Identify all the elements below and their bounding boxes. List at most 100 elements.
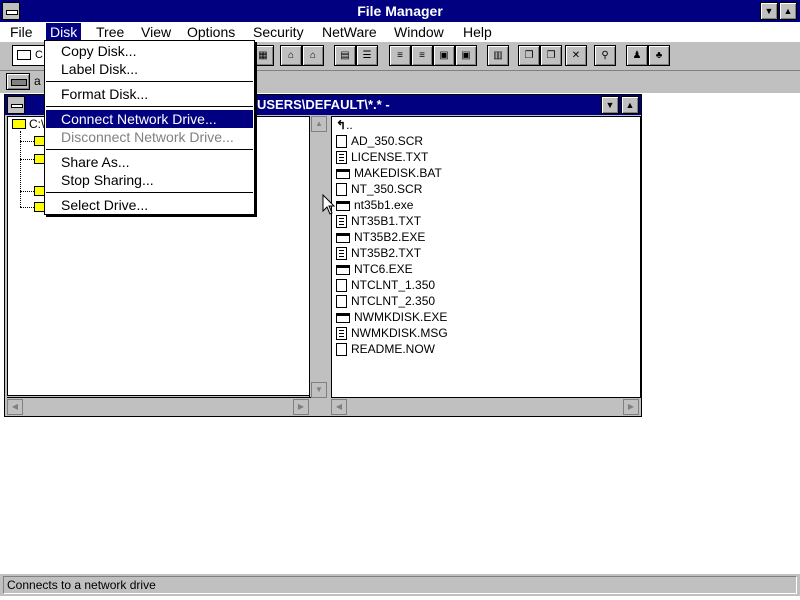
status-text: Connects to a network drive [3, 576, 797, 594]
file-name: AD_350.SCR [351, 134, 424, 148]
tree-root-label[interactable]: C:\ [29, 117, 44, 131]
file-list-item[interactable]: NT35B2.TXT [336, 245, 421, 261]
menu-separator [46, 192, 253, 193]
program-file-icon [336, 264, 350, 275]
tree-connector [20, 191, 34, 192]
document-file-icon [336, 135, 347, 149]
window-title: File Manager [357, 3, 443, 19]
file-list-item[interactable]: NT_350.SCR [336, 181, 422, 197]
file-name: LICENSE.TXT [351, 150, 429, 164]
file-list-horizontal-scrollbar[interactable]: ◀ ▶ [331, 397, 641, 415]
parent-directory-item[interactable]: ↰.. [336, 117, 353, 133]
scroll-down-arrow-icon[interactable]: ▼ [311, 382, 327, 398]
drive-icon [17, 50, 31, 60]
view-large-icons-tool-icon[interactable]: ▤ [334, 45, 356, 66]
tree-horizontal-scrollbar[interactable]: ◀ ▶ [7, 397, 311, 415]
tree-vertical-scrollbar[interactable]: ▲ ▼ [309, 116, 327, 398]
document-file-icon [336, 279, 347, 293]
paste-tool-icon[interactable]: ❐ [540, 45, 562, 66]
file-list-item[interactable]: NTCLNT_1.350 [336, 277, 435, 293]
delete-tool-icon[interactable]: ✕ [565, 45, 587, 66]
file-name: README.NOW [351, 342, 435, 356]
view-details-tool-icon[interactable]: ☰ [356, 45, 378, 66]
menu-window[interactable]: Window [390, 23, 448, 41]
menu-separator [46, 149, 253, 150]
menu-options[interactable]: Options [183, 23, 239, 41]
text-file-icon [336, 151, 347, 165]
drive-a-label: a [34, 74, 41, 88]
menu-item-stop-sharing[interactable]: Stop Sharing... [46, 171, 253, 189]
file-name: NWMKDISK.EXE [354, 310, 448, 324]
file-list-item[interactable]: NTC6.EXE [336, 261, 413, 277]
file-name: NTCLNT_2.350 [351, 294, 436, 308]
menu-separator [46, 106, 253, 107]
document-file-icon [336, 183, 347, 197]
menu-item-connect-network-drive[interactable]: Connect Network Drive... [46, 110, 253, 128]
tree-tool-icon[interactable]: ♣ [648, 45, 670, 66]
program-file-icon [336, 168, 350, 179]
maximize-button[interactable]: ▲ [779, 2, 797, 20]
text-file-icon [336, 247, 347, 261]
scroll-right-arrow-icon[interactable]: ▶ [623, 399, 639, 415]
menu-view[interactable]: View [137, 23, 175, 41]
file-list-item[interactable]: NTCLNT_2.350 [336, 293, 435, 309]
file-name: NWMKDISK.MSG [351, 326, 448, 340]
properties-tool-icon[interactable]: ⚲ [594, 45, 616, 66]
file-list-item[interactable]: nt35b1.exe [336, 197, 413, 213]
file-name: nt35b1.exe [354, 198, 414, 212]
file-list-item[interactable]: MAKEDISK.BAT [336, 165, 442, 181]
tree-connector [20, 131, 21, 207]
menu-item-copy-disk[interactable]: Copy Disk... [46, 42, 253, 60]
network-tool-icon[interactable]: ♟ [626, 45, 648, 66]
drive-a-button[interactable] [6, 73, 30, 90]
drive-root-icon [12, 119, 26, 129]
menu-security[interactable]: Security [249, 23, 308, 41]
file-name: NTC6.EXE [354, 262, 413, 276]
sort-name-tool-icon[interactable]: ≡ [389, 45, 411, 66]
menu-item-disconnect-network-drive[interactable]: Disconnect Network Drive... [46, 128, 253, 146]
file-list-item[interactable]: AD_350.SCR [336, 133, 423, 149]
minimize-button[interactable]: ▼ [760, 2, 778, 20]
document-file-icon [336, 343, 347, 357]
file-list-item[interactable]: NT35B2.EXE [336, 229, 425, 245]
tree-connector [20, 207, 34, 208]
sort-size-tool-icon[interactable]: ▣ [433, 45, 455, 66]
menu-netware[interactable]: NetWare [318, 23, 381, 41]
file-list-item[interactable]: NT35B1.TXT [336, 213, 421, 229]
scroll-right-arrow-icon[interactable]: ▶ [293, 399, 309, 415]
menu-separator [46, 81, 253, 82]
disconnect-drive-tool-icon[interactable]: ⌂ [280, 45, 302, 66]
menu-item-format-disk[interactable]: Format Disk... [46, 85, 253, 103]
menu-help[interactable]: Help [459, 23, 496, 41]
child-system-menu-button[interactable] [7, 96, 25, 114]
share-tool-icon[interactable]: ▥ [487, 45, 509, 66]
child-maximize-button[interactable]: ▲ [621, 96, 639, 114]
network-drive-tool-icon[interactable]: ⌂ [302, 45, 324, 66]
scroll-left-arrow-icon[interactable]: ◀ [331, 399, 347, 415]
child-minimize-button[interactable]: ▼ [601, 96, 619, 114]
copy-tool-icon[interactable]: ❐ [518, 45, 540, 66]
program-file-icon [336, 232, 350, 243]
menu-item-share-as[interactable]: Share As... [46, 153, 253, 171]
connect-drive-tool-icon[interactable]: ▦ [252, 45, 274, 66]
menu-disk[interactable]: Disk [46, 23, 82, 41]
file-list-item[interactable]: LICENSE.TXT [336, 149, 428, 165]
program-file-icon [336, 200, 350, 211]
menu-item-label-disk[interactable]: Label Disk... [46, 60, 253, 78]
text-file-icon [336, 327, 347, 341]
menu-tree[interactable]: Tree [92, 23, 128, 41]
program-file-icon [336, 312, 350, 323]
sort-type-tool-icon[interactable]: ≡ [411, 45, 433, 66]
scroll-left-arrow-icon[interactable]: ◀ [7, 399, 23, 415]
file-list-item[interactable]: NWMKDISK.MSG [336, 325, 448, 341]
child-window-title: USERS\DEFAULT\*.* - [257, 97, 390, 112]
file-list-pane[interactable]: ↰.. AD_350.SCR LICENSE.TXT MAKEDISK.BAT NT_… [331, 116, 641, 398]
file-list-item[interactable]: README.NOW [336, 341, 435, 357]
sort-date-tool-icon[interactable]: ▣ [455, 45, 477, 66]
scroll-up-arrow-icon[interactable]: ▲ [311, 116, 327, 132]
menu-file[interactable]: File [6, 23, 37, 41]
document-file-icon [336, 295, 347, 309]
text-file-icon [336, 215, 347, 229]
file-list-item[interactable]: NWMKDISK.EXE [336, 309, 447, 325]
menu-item-select-drive[interactable]: Select Drive... [46, 196, 253, 214]
